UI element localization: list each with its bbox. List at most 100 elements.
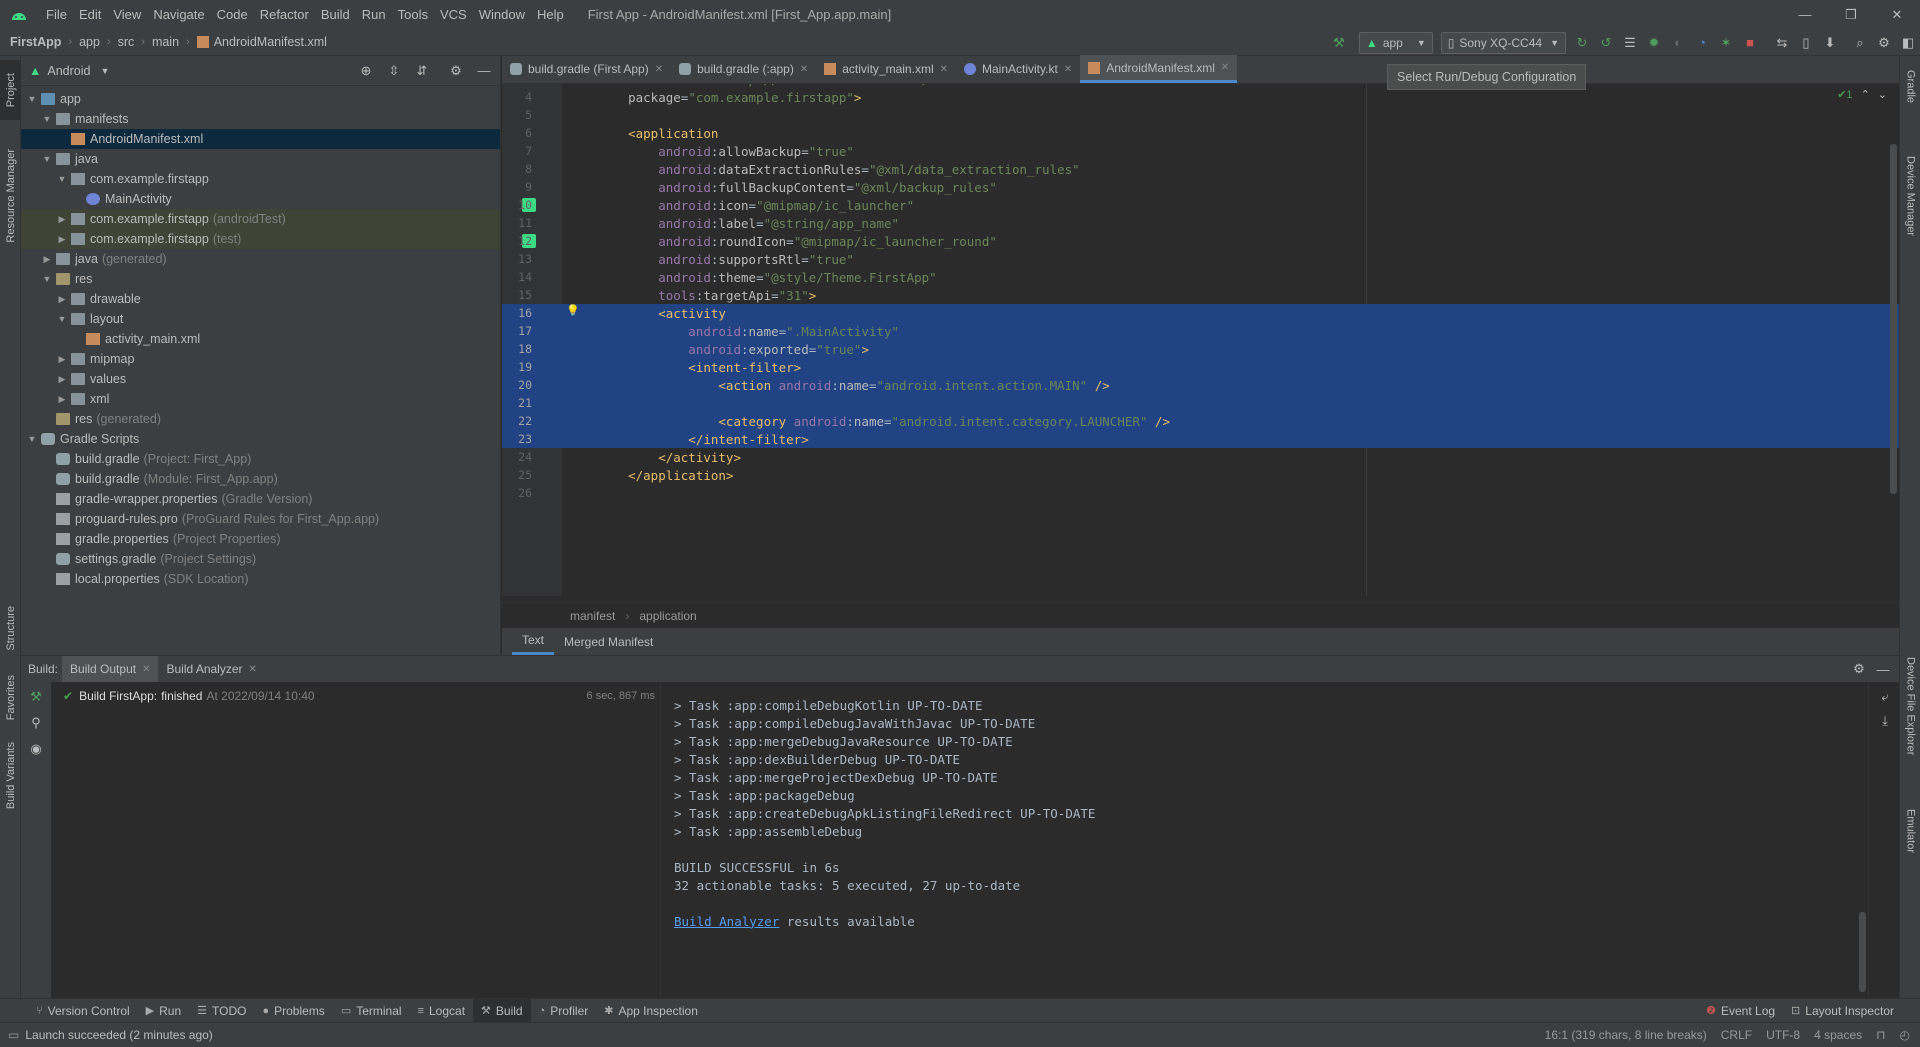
inspection-widget[interactable]: ✔1 ⌃ ⌄ xyxy=(1837,88,1887,101)
tree-item[interactable]: ▼ layout xyxy=(21,309,500,329)
search-icon[interactable]: ⌕ xyxy=(1848,32,1872,54)
hammer-build-icon[interactable]: ⚒ xyxy=(1327,32,1351,54)
tree-item[interactable]: ▼ app xyxy=(21,89,500,109)
line-separator[interactable]: CRLF xyxy=(1721,1028,1752,1042)
stop-icon[interactable]: ■ xyxy=(1738,32,1762,54)
scroll-to-end-icon[interactable]: ⤓ xyxy=(1873,710,1897,732)
tool-window-build[interactable]: ⚒ Build xyxy=(473,998,531,1023)
build-output-console[interactable]: > Task :app:compileDebugKotlin UP-TO-DAT… xyxy=(662,682,1868,998)
assistant-icon[interactable]: ◧ xyxy=(1896,32,1920,54)
tree-item[interactable]: MainActivity xyxy=(21,189,500,209)
emulator-tool-tab[interactable]: Emulator xyxy=(1900,796,1920,866)
chevron-down-icon[interactable]: ▼ xyxy=(40,114,54,124)
chevron-down-icon[interactable]: ▼ xyxy=(40,154,54,164)
tool-window-app-inspection[interactable]: ✱ App Inspection xyxy=(596,999,706,1023)
minimize-icon[interactable]: — xyxy=(1782,0,1828,29)
build-result-row[interactable]: ✔ Build FirstApp: finished At 2022/09/14… xyxy=(55,686,655,706)
editor-tab[interactable]: build.gradle (First App) ✕ xyxy=(502,55,671,83)
debug-icon[interactable]: ✹ xyxy=(1642,32,1666,54)
tree-item[interactable]: ▼ java xyxy=(21,149,500,169)
chevron-right-icon[interactable]: ▶ xyxy=(55,394,69,405)
collapse-all-icon[interactable]: ⇵ xyxy=(410,60,434,82)
tree-item[interactable]: AndroidManifest.xml xyxy=(21,129,500,149)
favorites-tool-tab[interactable]: Favorites xyxy=(0,666,21,730)
gear-icon[interactable]: ⚙ xyxy=(1847,658,1871,680)
run-config-select[interactable]: ▲ app ▼ xyxy=(1358,31,1433,54)
tree-item[interactable]: ▼ res xyxy=(21,269,500,289)
build-analyzer-link[interactable]: Build Analyzer xyxy=(674,914,779,929)
lightbulb-icon[interactable]: 💡 xyxy=(566,304,580,317)
sdk-manager-icon[interactable]: ⬇ xyxy=(1818,32,1842,54)
close-tab-icon[interactable]: ✕ xyxy=(940,64,948,75)
project-view-select[interactable]: ▲ Android ▼ xyxy=(29,64,109,78)
locate-target-icon[interactable]: ⊕ xyxy=(354,60,378,82)
chevron-right-icon[interactable]: ▶ xyxy=(55,354,69,365)
menu-refactor[interactable]: Refactor xyxy=(254,7,315,22)
file-encoding[interactable]: UTF-8 xyxy=(1766,1028,1800,1042)
apply-code-changes-icon[interactable]: ↺ xyxy=(1594,32,1618,54)
tool-window-profiler[interactable]: ◔ Profiler xyxy=(531,999,597,1023)
editor-scrollbar[interactable] xyxy=(1890,144,1897,494)
tree-item[interactable]: gradle-wrapper.properties (Gradle Version… xyxy=(21,489,500,509)
chevron-down-icon[interactable]: ▼ xyxy=(25,94,39,104)
chevron-down-icon[interactable]: ▼ xyxy=(55,174,69,184)
attach-debugger-icon[interactable]: ✶ xyxy=(1714,32,1738,54)
breadcrumb-item[interactable]: src xyxy=(118,35,135,49)
maximize-icon[interactable]: ❐ xyxy=(1828,0,1874,29)
tree-item[interactable]: res (generated) xyxy=(21,409,500,429)
console-scrollbar[interactable] xyxy=(1859,912,1866,992)
chevron-down-icon[interactable]: ▼ xyxy=(55,314,69,324)
menu-navigate[interactable]: Navigate xyxy=(147,7,210,22)
apply-changes-restart-icon[interactable]: ↻ xyxy=(1570,32,1594,54)
memory-indicator-icon[interactable]: ◴ xyxy=(1900,1028,1910,1042)
close-tab-icon[interactable]: ✕ xyxy=(1221,62,1229,73)
tree-item[interactable]: settings.gradle (Project Settings) xyxy=(21,549,500,569)
tree-item[interactable]: ▶ mipmap xyxy=(21,349,500,369)
sync-gradle-icon[interactable]: ⇆ xyxy=(1770,32,1794,54)
tool-window-layout-inspector[interactable]: ⊡ Layout Inspector xyxy=(1783,999,1902,1023)
structure-tool-tab[interactable]: Structure xyxy=(0,596,21,660)
coverage-icon[interactable]: ◐ xyxy=(1666,32,1690,54)
tree-item[interactable]: ▶ java (generated) xyxy=(21,249,500,269)
editor-tab[interactable]: AndroidManifest.xml ✕ xyxy=(1080,55,1238,83)
project-tool-tab[interactable]: Project xyxy=(0,60,21,120)
tree-item[interactable]: ▼ manifests xyxy=(21,109,500,129)
editor-tab[interactable]: activity_main.xml ✕ xyxy=(816,55,956,83)
resource-manager-tool-tab[interactable]: Resource Manager xyxy=(0,136,21,256)
tree-item[interactable]: activity_main.xml xyxy=(21,329,500,349)
chevron-right-icon[interactable]: ▶ xyxy=(55,374,69,385)
tab-build-output[interactable]: Build Output ✕ xyxy=(62,655,159,683)
menu-window[interactable]: Window xyxy=(473,7,531,22)
crumb-application[interactable]: application xyxy=(639,609,696,623)
gradle-tool-tab[interactable]: Gradle xyxy=(1900,62,1920,112)
indent-setting[interactable]: 4 spaces xyxy=(1814,1028,1862,1042)
tree-item[interactable]: ▶ xml xyxy=(21,389,500,409)
tool-window-run[interactable]: ▶ Run xyxy=(138,999,189,1023)
chevron-down-icon[interactable]: ▼ xyxy=(40,274,54,284)
tree-item[interactable]: local.properties (SDK Location) xyxy=(21,569,500,589)
caret-position[interactable]: 16:1 (319 chars, 8 line breaks) xyxy=(1545,1028,1707,1042)
editor-tab[interactable]: build.gradle (:app) ✕ xyxy=(671,55,816,83)
profile-icon[interactable]: ◔ xyxy=(1690,32,1714,54)
hammer-build-icon[interactable]: ⚒ xyxy=(24,686,48,708)
build-variants-tool-tab[interactable]: Build Variants xyxy=(0,736,21,816)
tree-item[interactable]: ▼ com.example.firstapp xyxy=(21,169,500,189)
device-manager-icon[interactable]: ▯ xyxy=(1794,32,1818,54)
tree-item[interactable]: ▶ values xyxy=(21,369,500,389)
code-editor[interactable]: 3 xmlns:tools="http://schemas.android.co… xyxy=(502,84,1899,596)
menu-build[interactable]: Build xyxy=(315,7,356,22)
tree-item[interactable]: proguard-rules.pro (ProGuard Rules for Fi… xyxy=(21,509,500,529)
breadcrumb-item[interactable]: AndroidManifest.xml xyxy=(196,35,327,49)
tool-window-todo[interactable]: ☰ TODO xyxy=(189,999,254,1023)
menu-file[interactable]: File xyxy=(40,7,73,22)
chevron-down-icon[interactable]: ▼ xyxy=(25,434,39,444)
crumb-manifest[interactable]: manifest xyxy=(570,609,615,623)
device-select[interactable]: ▯ Sony XQ-CC44 ▼ xyxy=(1440,31,1566,54)
close-tab-icon[interactable]: ✕ xyxy=(1064,64,1072,75)
menu-vcs[interactable]: VCS xyxy=(434,7,473,22)
close-tab-icon[interactable]: ✕ xyxy=(655,64,663,75)
device-manager-tool-tab[interactable]: Device Manager xyxy=(1900,136,1920,256)
tree-item[interactable]: ▶ drawable xyxy=(21,289,500,309)
close-tab-icon[interactable]: ✕ xyxy=(800,64,808,75)
hide-panel-icon[interactable]: — xyxy=(472,60,496,82)
